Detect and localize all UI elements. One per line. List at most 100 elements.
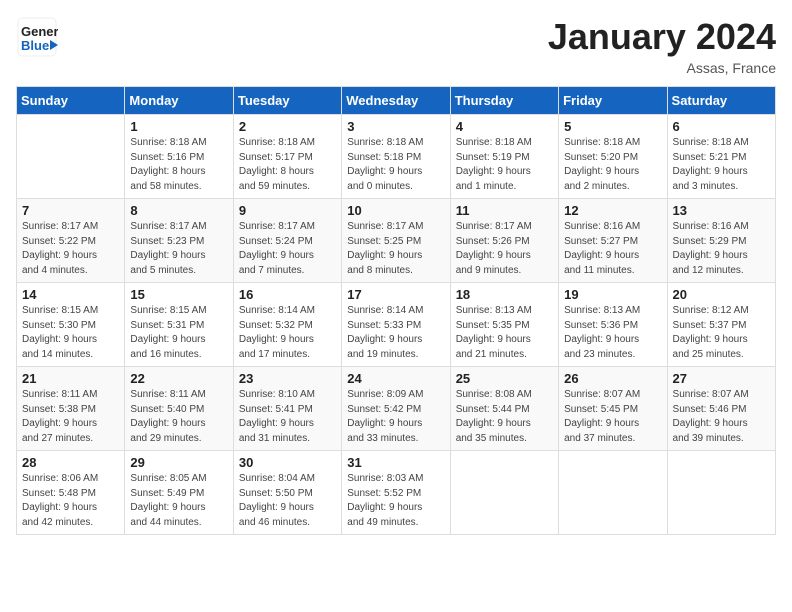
calendar-day-23: 23 Sunrise: 8:10 AMSunset: 5:41 PMDayligh…: [233, 367, 341, 451]
calendar-day-1: 1 Sunrise: 8:18 AMSunset: 5:16 PMDaylight…: [125, 115, 233, 199]
calendar-day-3: 3 Sunrise: 8:18 AMSunset: 5:18 PMDaylight…: [342, 115, 450, 199]
page-header: General Blue January 2024 Assas, France: [16, 16, 776, 76]
day-info: Sunrise: 8:14 AMSunset: 5:33 PMDaylight:…: [347, 304, 444, 362]
day-number: 6: [673, 119, 770, 134]
day-number: 11: [456, 203, 553, 218]
day-number: 15: [130, 287, 227, 302]
day-info: Sunrise: 8:12 AMSunset: 5:37 PMDaylight:…: [673, 304, 770, 362]
calendar-day-10: 10 Sunrise: 8:17 AMSunset: 5:25 PMDayligh…: [342, 199, 450, 283]
calendar-day-7: 7 Sunrise: 8:17 AMSunset: 5:22 PMDaylight…: [17, 199, 125, 283]
calendar-day-empty: [17, 115, 125, 199]
weekday-saturday: Saturday: [667, 87, 775, 115]
calendar-day-2: 2 Sunrise: 8:18 AMSunset: 5:17 PMDaylight…: [233, 115, 341, 199]
day-info: Sunrise: 8:10 AMSunset: 5:41 PMDaylight:…: [239, 388, 336, 446]
day-number: 20: [673, 287, 770, 302]
day-number: 17: [347, 287, 444, 302]
day-number: 10: [347, 203, 444, 218]
day-number: 14: [22, 287, 119, 302]
calendar-day-14: 14 Sunrise: 8:15 AMSunset: 5:30 PMDayligh…: [17, 283, 125, 367]
day-number: 9: [239, 203, 336, 218]
day-info: Sunrise: 8:08 AMSunset: 5:44 PMDaylight:…: [456, 388, 553, 446]
day-info: Sunrise: 8:16 AMSunset: 5:27 PMDaylight:…: [564, 220, 661, 278]
day-info: Sunrise: 8:11 AMSunset: 5:40 PMDaylight:…: [130, 388, 227, 446]
calendar-day-28: 28 Sunrise: 8:06 AMSunset: 5:48 PMDayligh…: [17, 451, 125, 535]
weekday-header-row: SundayMondayTuesdayWednesdayThursdayFrid…: [17, 87, 776, 115]
calendar-day-5: 5Sunrise: 8:18 AMSunset: 5:20 PMDaylight…: [559, 115, 667, 199]
day-number: 21: [22, 371, 119, 386]
calendar-day-29: 29 Sunrise: 8:05 AMSunset: 5:49 PMDayligh…: [125, 451, 233, 535]
day-info: Sunrise: 8:06 AMSunset: 5:48 PMDaylight:…: [22, 472, 119, 530]
weekday-friday: Friday: [559, 87, 667, 115]
day-info: Sunrise: 8:18 AMSunset: 5:21 PMDaylight:…: [673, 136, 770, 194]
weekday-tuesday: Tuesday: [233, 87, 341, 115]
calendar-day-17: 17 Sunrise: 8:14 AMSunset: 5:33 PMDayligh…: [342, 283, 450, 367]
day-info: Sunrise: 8:17 AMSunset: 5:22 PMDaylight:…: [22, 220, 119, 278]
day-info: Sunrise: 8:17 AMSunset: 5:26 PMDaylight:…: [456, 220, 553, 278]
calendar-body: 1 Sunrise: 8:18 AMSunset: 5:16 PMDaylight…: [17, 115, 776, 535]
calendar-day-26: 26 Sunrise: 8:07 AMSunset: 5:45 PMDayligh…: [559, 367, 667, 451]
day-info: Sunrise: 8:14 AMSunset: 5:32 PMDaylight:…: [239, 304, 336, 362]
location: Assas, France: [548, 60, 776, 76]
calendar-week-3: 14 Sunrise: 8:15 AMSunset: 5:30 PMDayligh…: [17, 283, 776, 367]
weekday-wednesday: Wednesday: [342, 87, 450, 115]
day-info: Sunrise: 8:18 AMSunset: 5:17 PMDaylight:…: [239, 136, 336, 194]
calendar-day-21: 21 Sunrise: 8:11 AMSunset: 5:38 PMDayligh…: [17, 367, 125, 451]
day-info: Sunrise: 8:09 AMSunset: 5:42 PMDaylight:…: [347, 388, 444, 446]
weekday-monday: Monday: [125, 87, 233, 115]
calendar-week-4: 21 Sunrise: 8:11 AMSunset: 5:38 PMDayligh…: [17, 367, 776, 451]
day-info: Sunrise: 8:04 AMSunset: 5:50 PMDaylight:…: [239, 472, 336, 530]
calendar-day-6: 6 Sunrise: 8:18 AMSunset: 5:21 PMDaylight…: [667, 115, 775, 199]
day-number: 2: [239, 119, 336, 134]
logo: General Blue: [16, 16, 58, 58]
day-info: Sunrise: 8:17 AMSunset: 5:25 PMDaylight:…: [347, 220, 444, 278]
calendar-day-empty: [450, 451, 558, 535]
day-number: 19: [564, 287, 661, 302]
calendar-day-31: 31 Sunrise: 8:03 AMSunset: 5:52 PMDayligh…: [342, 451, 450, 535]
calendar-day-12: 12Sunrise: 8:16 AMSunset: 5:27 PMDayligh…: [559, 199, 667, 283]
day-number: 3: [347, 119, 444, 134]
calendar-day-9: 9 Sunrise: 8:17 AMSunset: 5:24 PMDaylight…: [233, 199, 341, 283]
day-number: 8: [130, 203, 227, 218]
calendar-day-22: 22Sunrise: 8:11 AMSunset: 5:40 PMDayligh…: [125, 367, 233, 451]
day-number: 7: [22, 203, 119, 218]
title-block: January 2024 Assas, France: [548, 16, 776, 76]
day-info: Sunrise: 8:03 AMSunset: 5:52 PMDaylight:…: [347, 472, 444, 530]
calendar-day-19: 19 Sunrise: 8:13 AMSunset: 5:36 PMDayligh…: [559, 283, 667, 367]
day-number: 23: [239, 371, 336, 386]
calendar-week-1: 1 Sunrise: 8:18 AMSunset: 5:16 PMDaylight…: [17, 115, 776, 199]
day-number: 26: [564, 371, 661, 386]
calendar-day-25: 25Sunrise: 8:08 AMSunset: 5:44 PMDayligh…: [450, 367, 558, 451]
calendar-day-4: 4Sunrise: 8:18 AMSunset: 5:19 PMDaylight…: [450, 115, 558, 199]
day-info: Sunrise: 8:05 AMSunset: 5:49 PMDaylight:…: [130, 472, 227, 530]
day-number: 30: [239, 455, 336, 470]
day-number: 28: [22, 455, 119, 470]
day-number: 4: [456, 119, 553, 134]
calendar-day-27: 27 Sunrise: 8:07 AMSunset: 5:46 PMDayligh…: [667, 367, 775, 451]
day-info: Sunrise: 8:11 AMSunset: 5:38 PMDaylight:…: [22, 388, 119, 446]
day-info: Sunrise: 8:18 AMSunset: 5:20 PMDaylight:…: [564, 136, 661, 194]
day-info: Sunrise: 8:18 AMSunset: 5:16 PMDaylight:…: [130, 136, 227, 194]
day-number: 13: [673, 203, 770, 218]
day-info: Sunrise: 8:17 AMSunset: 5:24 PMDaylight:…: [239, 220, 336, 278]
day-number: 27: [673, 371, 770, 386]
calendar-day-30: 30 Sunrise: 8:04 AMSunset: 5:50 PMDayligh…: [233, 451, 341, 535]
day-info: Sunrise: 8:13 AMSunset: 5:35 PMDaylight:…: [456, 304, 553, 362]
day-info: Sunrise: 8:15 AMSunset: 5:30 PMDaylight:…: [22, 304, 119, 362]
calendar-day-empty: [559, 451, 667, 535]
day-info: Sunrise: 8:13 AMSunset: 5:36 PMDaylight:…: [564, 304, 661, 362]
weekday-thursday: Thursday: [450, 87, 558, 115]
calendar-day-empty: [667, 451, 775, 535]
day-number: 1: [130, 119, 227, 134]
day-info: Sunrise: 8:16 AMSunset: 5:29 PMDaylight:…: [673, 220, 770, 278]
day-info: Sunrise: 8:17 AMSunset: 5:23 PMDaylight:…: [130, 220, 227, 278]
day-info: Sunrise: 8:07 AMSunset: 5:46 PMDaylight:…: [673, 388, 770, 446]
calendar-day-13: 13 Sunrise: 8:16 AMSunset: 5:29 PMDayligh…: [667, 199, 775, 283]
day-info: Sunrise: 8:07 AMSunset: 5:45 PMDaylight:…: [564, 388, 661, 446]
logo-icon: General Blue: [16, 16, 58, 58]
weekday-sunday: Sunday: [17, 87, 125, 115]
calendar-table: SundayMondayTuesdayWednesdayThursdayFrid…: [16, 86, 776, 535]
day-number: 31: [347, 455, 444, 470]
day-info: Sunrise: 8:18 AMSunset: 5:18 PMDaylight:…: [347, 136, 444, 194]
day-number: 29: [130, 455, 227, 470]
svg-text:General: General: [21, 24, 58, 39]
